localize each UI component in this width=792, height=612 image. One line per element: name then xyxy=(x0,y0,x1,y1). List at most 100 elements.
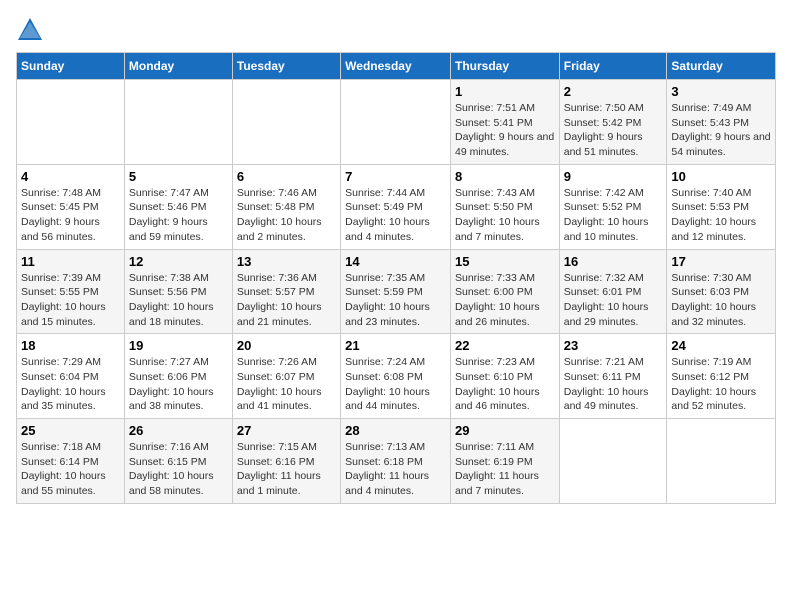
day-info: Sunrise: 7:30 AMSunset: 6:03 PMDaylight:… xyxy=(671,271,771,330)
day-info: Sunrise: 7:24 AMSunset: 6:08 PMDaylight:… xyxy=(345,355,446,414)
day-cell: 2Sunrise: 7:50 AMSunset: 5:42 PMDaylight… xyxy=(559,80,667,165)
day-number: 4 xyxy=(21,169,120,184)
day-number: 28 xyxy=(345,423,446,438)
header xyxy=(16,16,776,44)
day-cell: 1 Sunrise: 7:51 AMSunset: 5:41 PMDaylight… xyxy=(450,80,559,165)
day-number: 12 xyxy=(129,254,228,269)
day-number: 1 xyxy=(455,84,555,99)
day-cell: 18 Sunrise: 7:29 AMSunset: 6:04 PMDayligh… xyxy=(17,334,125,419)
day-info: Sunrise: 7:33 AMSunset: 6:00 PMDaylight:… xyxy=(455,271,555,330)
day-number: 23 xyxy=(564,338,663,353)
header-cell-friday: Friday xyxy=(559,53,667,80)
day-cell: 12 Sunrise: 7:38 AMSunset: 5:56 PMDayligh… xyxy=(124,249,232,334)
day-info: Sunrise: 7:49 AMSunset: 5:43 PMDaylight:… xyxy=(671,101,771,160)
day-info: Sunrise: 7:43 AMSunset: 5:50 PMDaylight:… xyxy=(455,186,555,245)
day-cell: 14 Sunrise: 7:35 AMSunset: 5:59 PMDayligh… xyxy=(341,249,451,334)
day-info: Sunrise: 7:16 AMSunset: 6:15 PMDaylight:… xyxy=(129,440,228,499)
day-number: 15 xyxy=(455,254,555,269)
day-cell: 13 Sunrise: 7:36 AMSunset: 5:57 PMDayligh… xyxy=(232,249,340,334)
day-number: 17 xyxy=(671,254,771,269)
day-number: 7 xyxy=(345,169,446,184)
day-cell: 27 Sunrise: 7:15 AMSunset: 6:16 PMDayligh… xyxy=(232,419,340,504)
day-info: Sunrise: 7:48 AMSunset: 5:45 PMDaylight:… xyxy=(21,186,120,245)
day-cell xyxy=(124,80,232,165)
week-row-2: 11 Sunrise: 7:39 AMSunset: 5:55 PMDayligh… xyxy=(17,249,776,334)
day-number: 29 xyxy=(455,423,555,438)
day-number: 2 xyxy=(564,84,663,99)
week-row-1: 4 Sunrise: 7:48 AMSunset: 5:45 PMDaylight… xyxy=(17,164,776,249)
day-cell: 24 Sunrise: 7:19 AMSunset: 6:12 PMDayligh… xyxy=(667,334,776,419)
header-cell-tuesday: Tuesday xyxy=(232,53,340,80)
day-number: 13 xyxy=(237,254,336,269)
day-number: 3 xyxy=(671,84,771,99)
day-info: Sunrise: 7:19 AMSunset: 6:12 PMDaylight:… xyxy=(671,355,771,414)
day-info: Sunrise: 7:42 AMSunset: 5:52 PMDaylight:… xyxy=(564,186,663,245)
day-info: Sunrise: 7:15 AMSunset: 6:16 PMDaylight:… xyxy=(237,440,336,499)
header-row: SundayMondayTuesdayWednesdayThursdayFrid… xyxy=(17,53,776,80)
day-number: 27 xyxy=(237,423,336,438)
day-number: 26 xyxy=(129,423,228,438)
header-cell-sunday: Sunday xyxy=(17,53,125,80)
day-info: Sunrise: 7:40 AMSunset: 5:53 PMDaylight:… xyxy=(671,186,771,245)
day-number: 5 xyxy=(129,169,228,184)
day-number: 11 xyxy=(21,254,120,269)
day-info: Sunrise: 7:36 AMSunset: 5:57 PMDaylight:… xyxy=(237,271,336,330)
day-cell: 5 Sunrise: 7:47 AMSunset: 5:46 PMDaylight… xyxy=(124,164,232,249)
day-cell xyxy=(17,80,125,165)
day-cell: 19 Sunrise: 7:27 AMSunset: 6:06 PMDayligh… xyxy=(124,334,232,419)
day-cell xyxy=(559,419,667,504)
day-cell xyxy=(232,80,340,165)
day-info: Sunrise: 7:51 AMSunset: 5:41 PMDaylight:… xyxy=(455,101,555,160)
day-info: Sunrise: 7:13 AMSunset: 6:18 PMDaylight:… xyxy=(345,440,446,499)
day-info: Sunrise: 7:11 AMSunset: 6:19 PMDaylight:… xyxy=(455,440,555,499)
day-number: 10 xyxy=(671,169,771,184)
day-cell: 29 Sunrise: 7:11 AMSunset: 6:19 PMDayligh… xyxy=(450,419,559,504)
day-number: 22 xyxy=(455,338,555,353)
day-info: Sunrise: 7:26 AMSunset: 6:07 PMDaylight:… xyxy=(237,355,336,414)
header-cell-thursday: Thursday xyxy=(450,53,559,80)
day-cell: 6Sunrise: 7:46 AMSunset: 5:48 PMDaylight… xyxy=(232,164,340,249)
day-info: Sunrise: 7:44 AMSunset: 5:49 PMDaylight:… xyxy=(345,186,446,245)
day-cell: 16Sunrise: 7:32 AMSunset: 6:01 PMDayligh… xyxy=(559,249,667,334)
logo-icon xyxy=(16,16,44,44)
header-cell-wednesday: Wednesday xyxy=(341,53,451,80)
day-cell: 9 Sunrise: 7:42 AMSunset: 5:52 PMDaylight… xyxy=(559,164,667,249)
day-cell: 23 Sunrise: 7:21 AMSunset: 6:11 PMDayligh… xyxy=(559,334,667,419)
day-cell: 20 Sunrise: 7:26 AMSunset: 6:07 PMDayligh… xyxy=(232,334,340,419)
day-number: 20 xyxy=(237,338,336,353)
day-info: Sunrise: 7:38 AMSunset: 5:56 PMDaylight:… xyxy=(129,271,228,330)
day-cell: 4 Sunrise: 7:48 AMSunset: 5:45 PMDaylight… xyxy=(17,164,125,249)
day-cell: 22 Sunrise: 7:23 AMSunset: 6:10 PMDayligh… xyxy=(450,334,559,419)
day-info: Sunrise: 7:35 AMSunset: 5:59 PMDaylight:… xyxy=(345,271,446,330)
day-number: 18 xyxy=(21,338,120,353)
header-cell-saturday: Saturday xyxy=(667,53,776,80)
day-cell: 15 Sunrise: 7:33 AMSunset: 6:00 PMDayligh… xyxy=(450,249,559,334)
week-row-0: 1 Sunrise: 7:51 AMSunset: 5:41 PMDaylight… xyxy=(17,80,776,165)
day-number: 9 xyxy=(564,169,663,184)
day-number: 14 xyxy=(345,254,446,269)
day-cell: 17 Sunrise: 7:30 AMSunset: 6:03 PMDayligh… xyxy=(667,249,776,334)
day-cell xyxy=(341,80,451,165)
day-number: 19 xyxy=(129,338,228,353)
day-number: 24 xyxy=(671,338,771,353)
day-cell: 8 Sunrise: 7:43 AMSunset: 5:50 PMDaylight… xyxy=(450,164,559,249)
day-info: Sunrise: 7:29 AMSunset: 6:04 PMDaylight:… xyxy=(21,355,120,414)
day-info: Sunrise: 7:46 AMSunset: 5:48 PMDaylight:… xyxy=(237,186,336,245)
day-info: Sunrise: 7:21 AMSunset: 6:11 PMDaylight:… xyxy=(564,355,663,414)
day-cell: 26 Sunrise: 7:16 AMSunset: 6:15 PMDayligh… xyxy=(124,419,232,504)
day-cell xyxy=(667,419,776,504)
day-number: 8 xyxy=(455,169,555,184)
day-cell: 28 Sunrise: 7:13 AMSunset: 6:18 PMDayligh… xyxy=(341,419,451,504)
day-info: Sunrise: 7:32 AMSunset: 6:01 PMDaylight:… xyxy=(564,271,663,330)
day-info: Sunrise: 7:18 AMSunset: 6:14 PMDaylight:… xyxy=(21,440,120,499)
day-cell: 10 Sunrise: 7:40 AMSunset: 5:53 PMDayligh… xyxy=(667,164,776,249)
day-cell: 7 Sunrise: 7:44 AMSunset: 5:49 PMDaylight… xyxy=(341,164,451,249)
day-info: Sunrise: 7:47 AMSunset: 5:46 PMDaylight:… xyxy=(129,186,228,245)
day-number: 25 xyxy=(21,423,120,438)
week-row-3: 18 Sunrise: 7:29 AMSunset: 6:04 PMDayligh… xyxy=(17,334,776,419)
day-cell: 3 Sunrise: 7:49 AMSunset: 5:43 PMDaylight… xyxy=(667,80,776,165)
day-info: Sunrise: 7:27 AMSunset: 6:06 PMDaylight:… xyxy=(129,355,228,414)
day-cell: 11 Sunrise: 7:39 AMSunset: 5:55 PMDayligh… xyxy=(17,249,125,334)
day-info: Sunrise: 7:39 AMSunset: 5:55 PMDaylight:… xyxy=(21,271,120,330)
day-info: Sunrise: 7:23 AMSunset: 6:10 PMDaylight:… xyxy=(455,355,555,414)
